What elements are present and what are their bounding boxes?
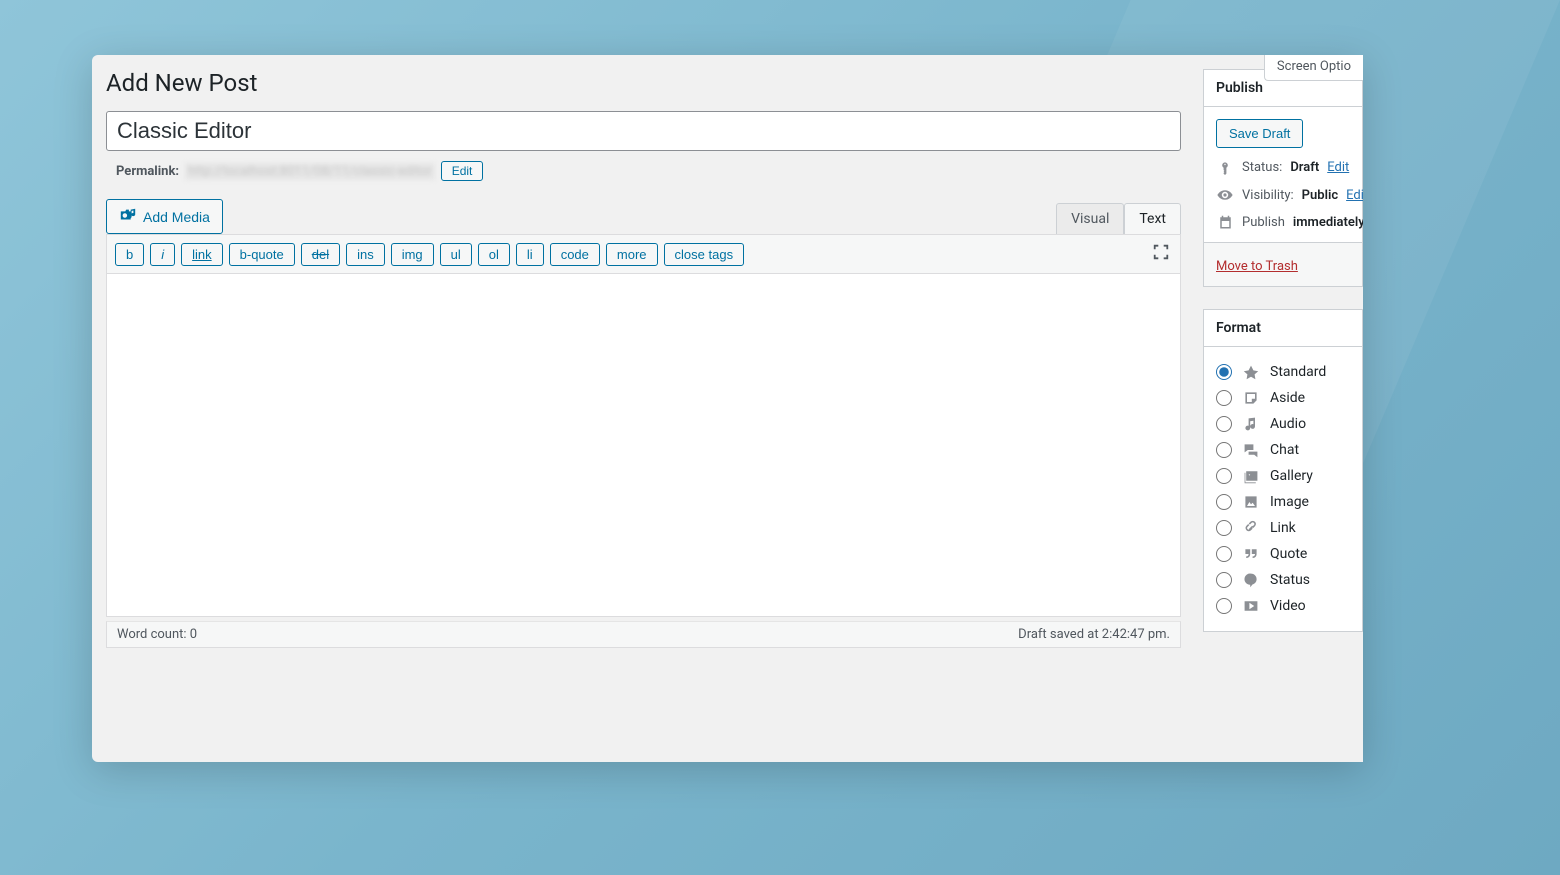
qt-bquote-button[interactable]: b-quote [229, 243, 295, 266]
format-label: Standard [1270, 364, 1326, 380]
format-label: Image [1270, 494, 1309, 510]
fullscreen-icon[interactable] [1150, 241, 1172, 267]
format-radio-standard[interactable] [1216, 364, 1232, 380]
qt-more-button[interactable]: more [606, 243, 658, 266]
permalink-label: Permalink: [116, 164, 179, 179]
format-option-chat[interactable]: Chat [1216, 437, 1350, 463]
status-edit-link[interactable]: Edit [1327, 160, 1349, 175]
wp-editor-window: Screen Optio Add New Post Permalink: htt… [92, 55, 1363, 762]
format-radio-image[interactable] [1216, 494, 1232, 510]
qt-code-button[interactable]: code [550, 243, 600, 266]
image-icon [1242, 494, 1260, 510]
add-media-button[interactable]: Add Media [106, 199, 223, 234]
qt-img-button[interactable]: img [391, 243, 434, 266]
format-radio-gallery[interactable] [1216, 468, 1232, 484]
permalink-row: Permalink: http://localhost:8011/08/11/c… [106, 161, 1181, 181]
word-count: Word count: 0 [117, 627, 197, 642]
permalink-edit-button[interactable]: Edit [441, 161, 484, 181]
quote-icon [1242, 546, 1260, 562]
format-radio-video[interactable] [1216, 598, 1232, 614]
format-option-link[interactable]: Link [1216, 515, 1350, 541]
status-row: Status: Draft Edit [1216, 160, 1350, 175]
qt-del-button[interactable]: del [301, 243, 340, 266]
format-label: Status [1270, 572, 1310, 588]
format-option-image[interactable]: Image [1216, 489, 1350, 515]
qt-ol-button[interactable]: ol [478, 243, 510, 266]
standard-icon [1242, 364, 1260, 380]
link-icon [1242, 520, 1260, 536]
content-textarea[interactable] [106, 274, 1181, 617]
format-label: Quote [1270, 546, 1307, 562]
add-media-label: Add Media [143, 209, 210, 225]
quicktags-toolbar: b i link b-quote del ins img ul ol li co… [106, 234, 1181, 274]
visibility-row: Visibility: Public Edit [1216, 187, 1350, 203]
autosave-status: Draft saved at 2:42:47 pm. [1018, 627, 1170, 642]
format-label: Video [1270, 598, 1306, 614]
format-option-standard[interactable]: Standard [1216, 359, 1350, 385]
calendar-icon [1216, 215, 1234, 230]
status-icon [1242, 572, 1260, 588]
format-label: Chat [1270, 442, 1299, 458]
format-label: Link [1270, 520, 1296, 536]
chat-icon [1242, 442, 1260, 458]
format-radio-status[interactable] [1216, 572, 1232, 588]
qt-bold-button[interactable]: b [115, 243, 144, 266]
format-option-aside[interactable]: Aside [1216, 385, 1350, 411]
qt-link-button[interactable]: link [181, 243, 223, 266]
format-label: Audio [1270, 416, 1306, 432]
format-radio-quote[interactable] [1216, 546, 1232, 562]
qt-li-button[interactable]: li [516, 243, 544, 266]
gallery-icon [1242, 468, 1260, 484]
format-option-status[interactable]: Status [1216, 567, 1350, 593]
format-radio-audio[interactable] [1216, 416, 1232, 432]
publish-date-row: Publish immediately [1216, 215, 1350, 230]
audio-icon [1242, 416, 1260, 432]
video-icon [1242, 598, 1260, 614]
aside-icon [1242, 390, 1260, 406]
format-panel-title: Format [1204, 310, 1362, 347]
format-radio-chat[interactable] [1216, 442, 1232, 458]
format-panel: Format Standard Aside Audio Chat Gallery Imag… [1203, 309, 1363, 632]
tab-visual[interactable]: Visual [1056, 203, 1124, 234]
qt-ul-button[interactable]: ul [440, 243, 472, 266]
qt-ins-button[interactable]: ins [346, 243, 385, 266]
format-label: Gallery [1270, 468, 1313, 484]
screen-options-button[interactable]: Screen Optio [1264, 55, 1363, 81]
qt-italic-button[interactable]: i [150, 243, 175, 266]
publish-panel: Publish Save Draft Status: Draft Edit [1203, 69, 1363, 287]
editor-status-bar: Word count: 0 Draft saved at 2:42:47 pm. [106, 621, 1181, 648]
format-radio-aside[interactable] [1216, 390, 1232, 406]
format-label: Aside [1270, 390, 1305, 406]
format-radio-link[interactable] [1216, 520, 1232, 536]
format-option-audio[interactable]: Audio [1216, 411, 1350, 437]
format-option-video[interactable]: Video [1216, 593, 1350, 619]
tab-text[interactable]: Text [1124, 203, 1181, 234]
move-to-trash-link[interactable]: Move to Trash [1216, 259, 1298, 274]
format-option-quote[interactable]: Quote [1216, 541, 1350, 567]
key-icon [1216, 161, 1234, 175]
permalink-url: http://localhost:8011/08/11/classic-edit… [185, 163, 435, 180]
page-title: Add New Post [106, 69, 1181, 97]
eye-icon [1216, 187, 1234, 203]
camera-music-icon [119, 206, 137, 227]
visibility-edit-link[interactable]: Edit [1346, 188, 1363, 203]
qt-closetags-button[interactable]: close tags [664, 243, 745, 266]
save-draft-button[interactable]: Save Draft [1216, 119, 1303, 148]
format-option-gallery[interactable]: Gallery [1216, 463, 1350, 489]
post-title-input[interactable] [106, 111, 1181, 151]
